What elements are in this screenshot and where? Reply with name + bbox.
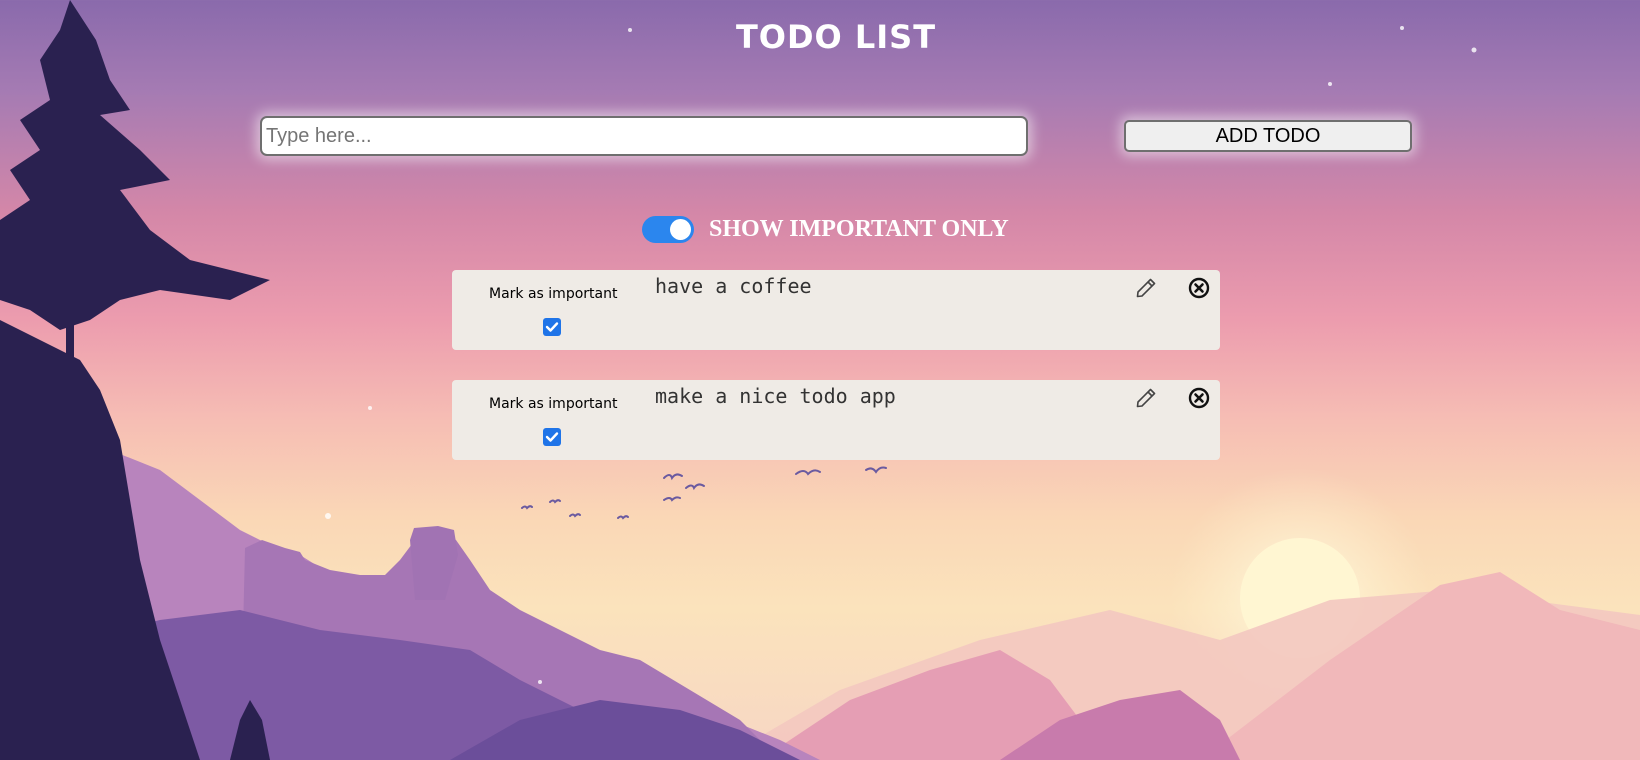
todo-input[interactable] [260, 116, 1028, 156]
checkmark-icon [545, 432, 559, 442]
todo-text[interactable]: make a nice todo app [655, 384, 896, 408]
todo-text[interactable]: have a coffee [655, 274, 812, 298]
close-circle-icon[interactable] [1188, 387, 1210, 409]
mark-important-label: Mark as important [489, 286, 618, 302]
mark-important-checkbox[interactable] [543, 428, 561, 446]
page-title: TODO LIST [735, 18, 937, 56]
todo-list: Mark as important have a coffee Mark as … [452, 270, 1220, 490]
mark-important-checkbox[interactable] [543, 318, 561, 336]
checkmark-icon [545, 322, 559, 332]
show-important-label: SHOW IMPORTANT ONLY [709, 215, 1009, 242]
todo-item: Mark as important make a nice todo app [452, 380, 1220, 460]
close-circle-icon[interactable] [1188, 277, 1210, 299]
add-todo-button[interactable]: ADD TODO [1124, 120, 1412, 152]
pencil-icon[interactable] [1134, 276, 1158, 300]
todo-item: Mark as important have a coffee [452, 270, 1220, 350]
toggle-knob [670, 218, 691, 240]
mark-important-label: Mark as important [489, 396, 618, 412]
show-important-toggle[interactable] [642, 215, 694, 243]
important-filter: SHOW IMPORTANT ONLY [642, 214, 1009, 244]
pencil-icon[interactable] [1134, 386, 1158, 410]
